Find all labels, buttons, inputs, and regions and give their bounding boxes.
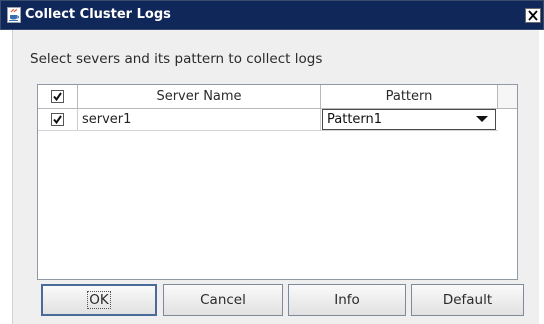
header-select-all[interactable] [38,85,78,108]
cancel-button[interactable]: Cancel [163,284,283,316]
table-row[interactable]: server1 Pattern1 [38,109,498,131]
server-checkbox[interactable] [51,113,64,126]
column-header-server-name[interactable]: Server Name [78,85,321,108]
title-bar[interactable]: Collect Cluster Logs [0,0,544,30]
pattern-cell[interactable]: Pattern1 [321,109,498,130]
ok-button-label: OK [87,291,111,309]
ok-button[interactable]: OK [41,284,157,316]
table-header: Server Name Pattern [38,85,517,109]
row-check-cell[interactable] [38,109,78,130]
default-button[interactable]: Default [411,284,524,316]
dialog-body: Select severs and its pattern to collect… [12,30,539,324]
info-button[interactable]: Info [288,284,406,316]
close-icon[interactable] [525,8,541,23]
select-all-checkbox[interactable] [51,90,64,103]
instruction-text: Select severs and its pattern to collect… [30,51,323,67]
server-name-cell[interactable]: server1 [78,109,321,130]
server-table[interactable]: Server Name Pattern server1 Pattern1 [37,84,518,280]
window-title: Collect Cluster Logs [25,7,171,22]
chevron-down-icon[interactable] [469,110,495,129]
pattern-select-value: Pattern1 [327,112,383,127]
collect-cluster-logs-dialog: Collect Cluster Logs Select severs and i… [0,0,544,324]
pattern-select[interactable]: Pattern1 [322,109,496,130]
java-cup-icon [7,7,21,23]
header-filler [498,85,517,108]
column-header-pattern[interactable]: Pattern [321,85,498,108]
